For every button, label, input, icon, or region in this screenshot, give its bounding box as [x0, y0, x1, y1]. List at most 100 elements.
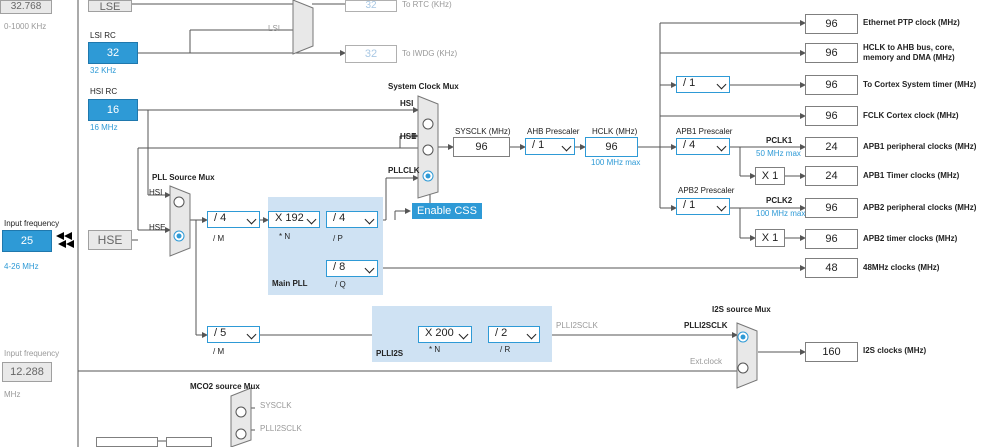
pclk1-max: 50 MHz max [756, 149, 801, 158]
lsi-freq: 32 KHz [90, 66, 117, 75]
ext-input-frequency[interactable]: 12.288 [2, 362, 52, 382]
sysclk-value[interactable]: 96 [453, 137, 510, 157]
cortex-timer-divider-select[interactable]: / 1 [676, 76, 730, 93]
hse-block: HSE [88, 230, 132, 250]
mco2-plli2sclk-tag: PLLI2SCLK [260, 424, 302, 433]
chevron-down-icon [526, 329, 537, 340]
chevron-down-icon [364, 214, 375, 225]
output-48mhz-value[interactable]: 48 [805, 258, 858, 278]
pll-p-label: / P [333, 234, 343, 243]
rtc-mux-lsi-tag: LSI [268, 24, 281, 33]
plli2s-m-divider-select[interactable]: / 5 [207, 326, 260, 343]
output-cortex-timer-value[interactable]: 96 [805, 75, 858, 95]
hse-input-frequency[interactable]: 25 [2, 230, 52, 252]
output-apb2-periph-label: APB2 peripheral clocks (MHz) [863, 203, 977, 212]
i2s-mux-ext-clock-tag: Ext.clock [690, 357, 723, 366]
output-i2s-label: I2S clocks (MHz) [863, 346, 927, 355]
plli2sclk-line-tag: PLLI2SCLK [556, 321, 598, 330]
output-apb2-periph-value[interactable]: 96 [805, 198, 858, 218]
iwdg-output-label: To IWDG (KHz) [402, 49, 458, 58]
apb2-prescaler-select[interactable]: / 1 [676, 198, 730, 215]
ahb-prescaler-select[interactable]: / 1 [525, 138, 575, 155]
plli2s-n-label: * N [429, 345, 441, 354]
lse-block: LSE [88, 0, 132, 13]
apb1-prescaler-select[interactable]: / 4 [676, 138, 730, 155]
lsi-rc-label: LSI RC [90, 31, 116, 40]
hclk-label: HCLK (MHz) [592, 127, 638, 136]
chevron-down-icon [716, 201, 727, 212]
output-apb1-timer-value[interactable]: 24 [805, 166, 858, 186]
output-apb1-timer-label: APB1 Timer clocks (MHz) [863, 171, 960, 180]
pll-source-hse-tag: HSE [149, 223, 166, 232]
apb2-timer-multiplier: X 1 [755, 229, 785, 247]
lse-range: 0-1000 KHz [4, 22, 47, 31]
plli2s-r-label: / R [500, 345, 511, 354]
i2s-mux-plli2sclk-tag: PLLI2SCLK [684, 321, 728, 330]
output-hclk-value[interactable]: 96 [805, 43, 858, 63]
main-pll-label: Main PLL [272, 279, 308, 288]
rtc-output-value: 32 [345, 0, 397, 12]
input-frequency-range: 4-26 MHz [4, 262, 39, 271]
chevron-down-icon [458, 329, 469, 340]
pclk2-max: 100 MHz max [756, 209, 806, 218]
apb1-prescaler-label: APB1 Prescaler [676, 127, 733, 136]
mco2-divider-box[interactable] [166, 437, 212, 447]
pll-n-label: * N [279, 232, 291, 241]
ahb-prescaler-label: AHB Prescaler [527, 127, 580, 136]
pll-m-divider-select[interactable]: / 4 [207, 211, 260, 228]
input-frequency2-label: Input frequency [4, 349, 60, 358]
output-ethernet-ptp-label: Ethernet PTP clock (MHz) [863, 18, 960, 27]
chevron-down-icon [306, 214, 317, 225]
hsi-freq: 16 MHz [90, 123, 118, 132]
input-frequency-label: Input frequency [4, 219, 60, 228]
apb1-timer-multiplier: X 1 [755, 167, 785, 185]
plli2s-m-label: / M [213, 347, 225, 356]
pll-n-multiplier-select[interactable]: X 192 [268, 211, 320, 228]
pll-m-label: / M [213, 234, 225, 243]
hsi-rc-block: 16 [88, 99, 138, 121]
hsi-rc-label: HSI RC [90, 87, 118, 96]
iwdg-output-value: 32 [345, 45, 397, 63]
hclk-max: 100 MHz max [591, 158, 641, 167]
pclk2-label: PCLK2 [766, 196, 793, 205]
lsi-rc-block: 32 [88, 42, 138, 64]
chevron-down-icon [246, 214, 257, 225]
sysclk-label: SYSCLK (MHz) [455, 127, 511, 136]
clock-configuration-canvas: 32.768 0-1000 KHz LSE LSI RC 32 32 KHz H… [0, 0, 999, 447]
plli2s-panel-label: PLLI2S [376, 349, 404, 358]
output-apb2-timer-value[interactable]: 96 [805, 229, 858, 249]
pll-q-divider-select[interactable]: / 8 [326, 260, 378, 277]
sysclk-mux-hse-tag: HSE [400, 132, 417, 141]
chevron-down-icon [716, 141, 727, 152]
chevron-down-icon [364, 263, 375, 274]
i2s-source-mux-label: I2S source Mux [712, 305, 771, 314]
system-clock-mux-label: System Clock Mux [388, 82, 459, 91]
plli2s-r-divider-select[interactable]: / 2 [488, 326, 540, 343]
output-fclk-value[interactable]: 96 [805, 106, 858, 126]
pll-p-divider-select[interactable]: / 4 [326, 211, 378, 228]
output-ethernet-ptp-value[interactable]: 96 [805, 14, 858, 34]
output-48mhz-label: 48MHz clocks (MHz) [863, 263, 940, 272]
plli2s-n-multiplier-select[interactable]: X 200 [418, 326, 472, 343]
chevron-down-icon [246, 329, 257, 340]
output-apb2-timer-label: APB2 timer clocks (MHz) [863, 234, 958, 243]
hclk-value[interactable]: 96 [585, 137, 638, 157]
input-frequency2-unit: MHz [4, 390, 21, 399]
sysclk-mux-hsi-tag: HSI [400, 99, 414, 108]
pclk1-label: PCLK1 [766, 136, 793, 145]
output-i2s-value[interactable]: 160 [805, 342, 858, 362]
output-cortex-timer-label: To Cortex System timer (MHz) [863, 80, 977, 89]
output-hclk-label: HCLK to AHB bus, core, [863, 43, 955, 52]
output-hclk-label-line2: memory and DMA (MHz) [863, 53, 955, 62]
output-fclk-label: FCLK Cortex clock (MHz) [863, 111, 959, 120]
output-apb1-periph-label: APB1 peripheral clocks (MHz) [863, 142, 977, 151]
lse-input-frequency[interactable]: 32.768 [0, 0, 52, 14]
output-apb1-periph-value[interactable]: 24 [805, 137, 858, 157]
chevron-down-icon [716, 79, 727, 90]
rtc-output-label: To RTC (KHz) [402, 0, 452, 9]
mco2-output-box [96, 437, 158, 447]
pll-source-mux-label: PLL Source Mux [152, 173, 215, 182]
enable-css-button[interactable]: Enable CSS [412, 203, 482, 219]
sysclk-mux-pllclk-tag: PLLCLK [388, 166, 420, 175]
pll-source-hsi-tag: HSI [149, 188, 163, 197]
